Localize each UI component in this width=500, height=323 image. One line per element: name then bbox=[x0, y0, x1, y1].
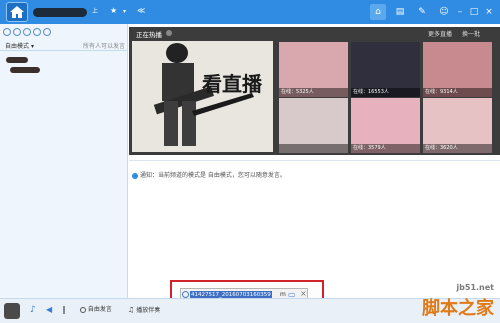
volume-icon[interactable]: ◀ bbox=[46, 305, 52, 315]
mode-permission: 所有人可以发言 bbox=[82, 43, 125, 50]
title-bar: 上 ★ ▾ ≪ ⌂ ▤ ✎ ☺ – □ × bbox=[0, 0, 500, 24]
share-icon[interactable]: ≪ bbox=[137, 6, 145, 16]
member-icon[interactable] bbox=[3, 28, 11, 36]
microphone-icon[interactable]: ♪ bbox=[30, 305, 36, 315]
avatar[interactable] bbox=[4, 303, 20, 319]
username-redacted bbox=[33, 8, 87, 17]
left-toolbar bbox=[3, 28, 53, 38]
info-icon bbox=[132, 172, 138, 179]
dropdown-icon[interactable]: ▾ bbox=[123, 7, 126, 17]
play-music-button[interactable]: ♫ 播放伴奏 bbox=[128, 305, 160, 316]
play-music-label: 播放伴奏 bbox=[136, 307, 161, 314]
mode-label: 自由模式 bbox=[5, 43, 30, 50]
mode-select[interactable]: 自由模式 ▾ bbox=[5, 41, 34, 50]
watermark-brand: 脚本之家 bbox=[422, 298, 494, 319]
left-panel: 自由模式 ▾ 所有人可以发言 bbox=[0, 24, 128, 298]
divider bbox=[129, 160, 500, 161]
free-speak-label: 自由发言 bbox=[87, 306, 112, 313]
viewer-count: 在线：3579人 bbox=[351, 144, 420, 153]
minimize-icon[interactable]: – bbox=[454, 6, 466, 18]
viewer-count: 在线：5325人 bbox=[279, 88, 348, 97]
music-icon: ♫ bbox=[128, 306, 135, 314]
stream-thumb[interactable]: 在线：3620人 bbox=[423, 98, 492, 153]
settings-icon[interactable] bbox=[33, 28, 41, 36]
search-icon[interactable] bbox=[13, 28, 21, 36]
featured-stream[interactable]: 看直播 bbox=[132, 41, 273, 152]
help-icon[interactable] bbox=[166, 30, 172, 36]
equalizer-icon[interactable]: ‖ bbox=[62, 305, 66, 315]
mode-row: 自由模式 ▾ 所有人可以发言 bbox=[0, 40, 128, 51]
notice-message: 通知：当前频道的模式是 自由模式，您可以随意发言。 bbox=[132, 170, 286, 179]
close-icon[interactable]: × bbox=[300, 289, 307, 298]
viewer-count: 在线：3620人 bbox=[423, 144, 492, 153]
member-name-redacted bbox=[6, 57, 28, 63]
speak-icon bbox=[80, 306, 86, 313]
nav-user-icon[interactable]: ☺ bbox=[436, 4, 452, 20]
close-icon[interactable]: × bbox=[483, 6, 495, 18]
stream-thumb[interactable] bbox=[279, 98, 348, 153]
nav-pin-icon[interactable]: ✎ bbox=[414, 4, 430, 20]
more-live-link[interactable]: 更多直播 bbox=[428, 29, 452, 38]
nav-list-icon[interactable]: ▤ bbox=[392, 4, 408, 20]
maximize-icon[interactable]: □ bbox=[468, 6, 480, 18]
notice-label: 通知： bbox=[140, 172, 159, 179]
viewer-count: 在线：16553人 bbox=[351, 88, 420, 97]
hot-title: 正在热播 bbox=[136, 31, 162, 39]
member-name-redacted-2 bbox=[10, 67, 40, 73]
watermark-site: jb51.net bbox=[456, 283, 494, 292]
stream-thumb[interactable]: 在线：3579人 bbox=[351, 98, 420, 153]
title-suffix: 上 bbox=[92, 8, 99, 15]
hot-header: 正在热播 更多直播 换一批 bbox=[129, 27, 500, 40]
change-batch-link[interactable]: 换一批 bbox=[462, 29, 480, 38]
featured-title: 看直播 bbox=[202, 72, 262, 96]
chevron-down-icon: ▾ bbox=[30, 43, 34, 50]
nav-home-icon[interactable]: ⌂ bbox=[370, 4, 386, 20]
plus-icon[interactable] bbox=[43, 28, 51, 36]
viewer-count: 在线：9314人 bbox=[423, 88, 492, 97]
live-gallery: 看直播 在线：5325人 在线：16553人 在线：9314人 在线：3579人… bbox=[129, 40, 500, 155]
star-icon[interactable]: ★ bbox=[110, 6, 117, 16]
stream-thumb[interactable]: 在线：9314人 bbox=[423, 42, 492, 97]
stream-thumb[interactable]: 在线：5325人 bbox=[279, 42, 348, 97]
viewer-count bbox=[279, 144, 348, 153]
home-icon bbox=[10, 6, 24, 18]
home-button[interactable] bbox=[6, 2, 28, 22]
stream-thumb[interactable]: 在线：16553人 bbox=[351, 42, 420, 97]
filename-ext: m bbox=[280, 291, 286, 298]
play-icon[interactable] bbox=[182, 291, 189, 298]
guitarist-illustration bbox=[132, 41, 273, 152]
free-speak-button[interactable]: 自由发言 bbox=[80, 305, 112, 315]
notice-text: 当前频道的模式是 自由模式，您可以随意发言。 bbox=[158, 172, 286, 179]
location-icon[interactable] bbox=[23, 28, 31, 36]
